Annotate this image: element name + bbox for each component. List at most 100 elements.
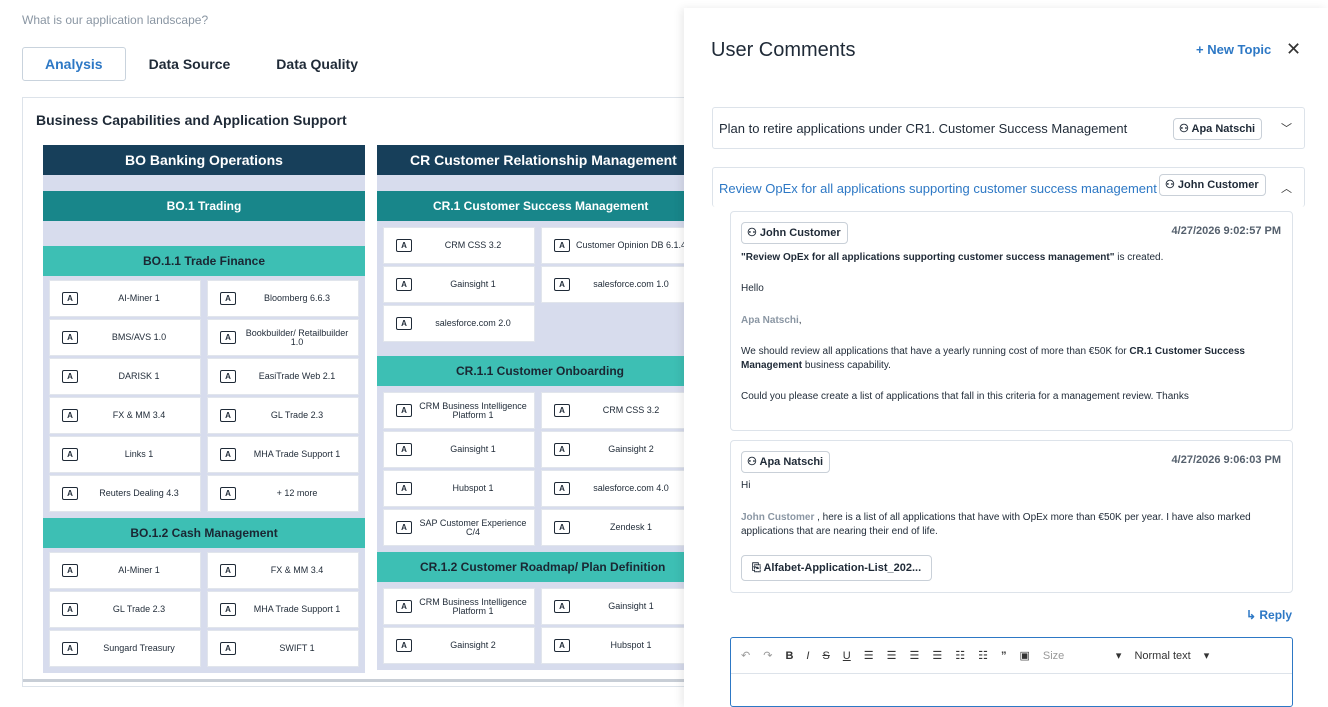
user-chip: ⚇ John Customer: [1159, 174, 1266, 196]
application-icon: A: [220, 292, 236, 305]
application-icon: A: [62, 564, 78, 577]
app-tile[interactable]: A Bloomberg 6.6.3: [207, 280, 359, 317]
app-tile[interactable]: Asalesforce.com 4.0: [541, 470, 693, 507]
app-tile[interactable]: A Gainsight 1: [541, 588, 693, 625]
chevron-up-icon[interactable]: ︿: [1281, 180, 1292, 196]
app-tile[interactable]: A Zendesk 1: [541, 509, 693, 546]
application-icon: A: [396, 639, 412, 652]
capability-l2-title[interactable]: CR.1 Customer Success Management: [377, 191, 702, 221]
application-icon: A: [220, 331, 236, 344]
capability-l1-title[interactable]: CR Customer Relationship Management: [377, 145, 702, 175]
app-tile[interactable]: A EasiTrade Web 2.1: [207, 358, 359, 395]
reply-button[interactable]: ↳ Reply: [1246, 608, 1292, 622]
capability-l3-title[interactable]: BO.1.2 Cash Management: [43, 518, 365, 548]
app-tile[interactable]: A AI-Miner 1: [49, 280, 201, 317]
size-select[interactable]: Size: [1043, 650, 1103, 662]
topic-row-expanded[interactable]: Review OpEx for all applications support…: [712, 167, 1305, 207]
attachment-chip[interactable]: ⎘ Alfabet-Application-List_202...: [741, 555, 933, 581]
app-tile[interactable]: A Hubspot 1: [383, 470, 535, 507]
app-tile[interactable]: A GL Trade 2.3: [207, 397, 359, 434]
undo-icon[interactable]: ↶: [741, 649, 750, 662]
app-tile[interactable]: A SAP Customer Experience C/4: [383, 509, 535, 546]
app-tile[interactable]: A SWIFT 1: [207, 630, 359, 667]
app-tile[interactable]: A CRM CSS 3.2: [541, 392, 693, 429]
app-tile[interactable]: A Gainsight 2: [541, 431, 693, 468]
app-tile[interactable]: A AI-Miner 1: [49, 552, 201, 589]
app-tile[interactable]: A Customer Opinion DB 6.1.4: [541, 227, 693, 264]
capability-l2-title[interactable]: BO.1 Trading: [43, 191, 365, 221]
user-chip: ⚇ Apa Natschi: [741, 451, 831, 473]
app-tile[interactable]: A Gainsight 2: [383, 627, 535, 664]
application-icon: A: [220, 448, 236, 461]
app-tile[interactable]: A Sungard Treasury: [49, 630, 201, 667]
chevron-down-icon[interactable]: ﹀: [1281, 120, 1292, 136]
underline-icon[interactable]: U: [843, 650, 851, 662]
app-tile[interactable]: A Links 1: [49, 436, 201, 473]
bullet-list-icon[interactable]: ☷: [978, 649, 988, 662]
comment-greeting: Hello: [741, 283, 764, 294]
quote-icon[interactable]: ”: [1001, 650, 1007, 662]
app-tile[interactable]: Asalesforce.com 2.0: [383, 305, 535, 342]
paperclip-icon: ⎘: [752, 562, 764, 574]
mention: Apa Natschi,: [741, 315, 802, 326]
app-tile[interactable]: Asalesforce.com 1.0: [541, 266, 693, 303]
user-icon: ⚇: [1165, 179, 1178, 191]
align-left-icon[interactable]: ☰: [864, 649, 874, 662]
user-chip: ⚇ Apa Natschi: [1173, 118, 1263, 140]
align-center-icon[interactable]: ☰: [887, 649, 897, 662]
application-icon: A: [396, 317, 412, 330]
application-icon: A: [396, 239, 412, 252]
app-tile[interactable]: A Gainsight 1: [383, 431, 535, 468]
capability-l1-title[interactable]: BO Banking Operations: [43, 145, 365, 175]
tab-analysis[interactable]: Analysis: [22, 47, 126, 81]
app-tile[interactable]: A Bookbuilder/ Retailbuilder 1.0: [207, 319, 359, 356]
format-select[interactable]: Normal text: [1134, 650, 1190, 662]
app-tile[interactable]: A CRM Business Intelligence Platform 1: [383, 392, 535, 429]
app-tile[interactable]: A GL Trade 2.3: [49, 591, 201, 628]
topic-title: Review OpEx for all applications support…: [719, 181, 1157, 196]
image-icon[interactable]: ▣: [1020, 649, 1030, 662]
application-icon: A: [62, 370, 78, 383]
application-icon: A: [220, 564, 236, 577]
comment-date: 4/27/2026 9:06:03 PM: [1171, 454, 1281, 466]
align-right-icon[interactable]: ☰: [910, 649, 920, 662]
application-icon: A: [396, 482, 412, 495]
app-tile[interactable]: A Gainsight 1: [383, 266, 535, 303]
ordered-list-icon[interactable]: ☷: [955, 649, 965, 662]
capability-panel: Business Capabilities and Application Su…: [22, 97, 702, 687]
more-apps-tile[interactable]: A + 12 more: [207, 475, 359, 512]
new-topic-button[interactable]: + New Topic: [1196, 42, 1271, 57]
app-tile[interactable]: A Hubspot 1: [541, 627, 693, 664]
comment-paragraph: John Customer , here is a list of all ap…: [741, 512, 1251, 537]
app-tile[interactable]: A CRM CSS 3.2: [383, 227, 535, 264]
application-icon: A: [396, 521, 412, 534]
app-tile[interactable]: A Reuters Dealing 4.3: [49, 475, 201, 512]
application-icon: A: [62, 603, 78, 616]
redo-icon[interactable]: ↷: [763, 649, 772, 662]
capability-l3-title[interactable]: BO.1.1 Trade Finance: [43, 246, 365, 276]
comment-editor[interactable]: ↶ ↷ B I S U ☰ ☰ ☰ ☰ ☷ ☷ ” ▣ Size ▾ Norma…: [730, 637, 1293, 707]
capability-l3-title[interactable]: CR.1.1 Customer Onboarding: [377, 356, 702, 386]
application-icon: A: [220, 409, 236, 422]
app-tile[interactable]: A BMS/AVS 1.0: [49, 319, 201, 356]
align-justify-icon[interactable]: ☰: [932, 649, 942, 662]
italic-icon[interactable]: I: [806, 650, 809, 662]
question-title: What is our application landscape?: [22, 13, 209, 27]
horizontal-scrollbar[interactable]: [23, 679, 702, 682]
app-tile[interactable]: A DARISK 1: [49, 358, 201, 395]
chevron-down-icon[interactable]: ▾: [1116, 649, 1122, 662]
app-tile[interactable]: A FX & MM 3.4: [49, 397, 201, 434]
app-tile[interactable]: A CRM Business Intelligence Platform 1: [383, 588, 535, 625]
topic-row[interactable]: Plan to retire applications under CR1. C…: [712, 107, 1305, 149]
bold-icon[interactable]: B: [785, 650, 793, 662]
app-tile[interactable]: A MHA Trade Support 1: [207, 436, 359, 473]
close-icon[interactable]: ✕: [1286, 39, 1301, 60]
chevron-down-icon[interactable]: ▾: [1204, 649, 1210, 662]
app-tile[interactable]: A MHA Trade Support 1: [207, 591, 359, 628]
tab-data-source[interactable]: Data Source: [126, 47, 254, 81]
app-tile[interactable]: A FX & MM 3.4: [207, 552, 359, 589]
capability-l3-title[interactable]: CR.1.2 Customer Roadmap/ Plan Definition: [377, 552, 702, 582]
tab-data-quality[interactable]: Data Quality: [253, 47, 381, 81]
strikethrough-icon[interactable]: S: [822, 650, 829, 662]
application-icon: A: [396, 600, 412, 613]
